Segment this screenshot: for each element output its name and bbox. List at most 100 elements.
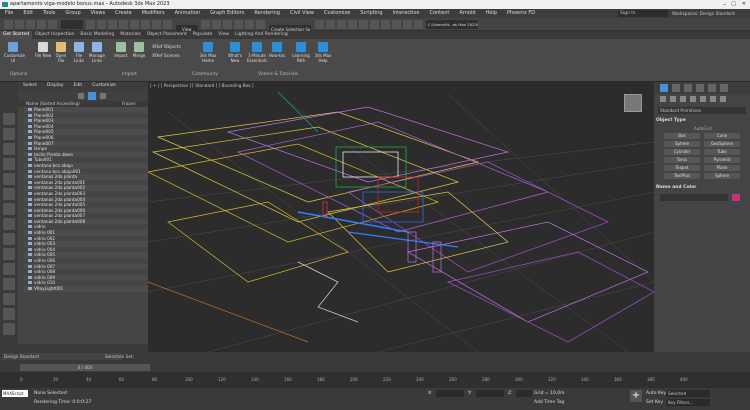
filter-frozen-icon[interactable] (3, 263, 15, 275)
xref-scenes-button[interactable]: XRef Scenes (152, 54, 180, 59)
name-color-rollout[interactable]: Name and Color (656, 185, 696, 190)
layers-icon[interactable] (100, 93, 106, 99)
sphere-button[interactable]: Sphere (664, 141, 700, 147)
geometry-icon[interactable] (660, 96, 666, 102)
render-frame-icon[interactable] (402, 20, 412, 29)
explorer-menu-edit[interactable]: Edit (68, 82, 87, 90)
set-key-plus-icon[interactable]: + (630, 390, 642, 402)
tube-button[interactable]: Tube (704, 149, 740, 155)
shapes-icon[interactable] (670, 96, 676, 102)
menu-arnold[interactable]: Arnold (454, 9, 480, 18)
maximize-icon[interactable]: □ (731, 1, 736, 7)
filter-hidden-icon[interactable] (3, 278, 15, 290)
lights-icon[interactable] (680, 96, 686, 102)
visibility-eye-icon[interactable] (28, 113, 32, 117)
visibility-eye-icon[interactable] (28, 135, 32, 139)
graphite-icon[interactable] (347, 20, 357, 29)
percent-snap-icon[interactable] (234, 20, 244, 29)
minimize-icon[interactable]: – (723, 1, 726, 8)
redo-icon[interactable] (15, 20, 24, 29)
menu-graph-editors[interactable]: Graph Editors (205, 9, 249, 18)
tab-get-started[interactable]: Get Started (0, 31, 33, 39)
geosphere-button[interactable]: GeoSphere (704, 141, 740, 147)
z-coordinate-field[interactable] (516, 390, 532, 397)
tab-materials[interactable]: Materials (117, 31, 144, 39)
utilities-tab-icon[interactable] (720, 84, 728, 92)
torus-button[interactable]: Torus (664, 157, 700, 163)
visibility-eye-icon[interactable] (28, 203, 32, 207)
cylinder-button[interactable]: Cylinder (664, 149, 700, 155)
select-by-name-icon[interactable] (97, 20, 107, 29)
visibility-eye-icon[interactable] (28, 186, 32, 190)
motion-tab-icon[interactable] (696, 84, 704, 92)
region-icon[interactable] (108, 20, 118, 29)
menu-views[interactable]: Views (86, 9, 110, 18)
render-icon[interactable] (413, 20, 423, 29)
cameras-icon[interactable] (690, 96, 696, 102)
visibility-eye-icon[interactable] (28, 214, 32, 218)
helpers-icon[interactable] (700, 96, 706, 102)
menu-civil-view[interactable]: Civil View (285, 9, 319, 18)
pyramid-button[interactable]: Pyramid (704, 157, 740, 163)
visibility-eye-icon[interactable] (28, 191, 32, 195)
textplus-button[interactable]: TextPlus (664, 173, 700, 179)
filter-helpers-icon[interactable] (3, 173, 15, 185)
link-icon[interactable] (26, 20, 35, 29)
box-button[interactable]: Box (664, 133, 700, 139)
visibility-eye-icon[interactable] (28, 169, 32, 173)
visibility-eye-icon[interactable] (28, 163, 32, 167)
tab-object-inspection[interactable]: Object Inspection (32, 31, 77, 39)
spinner-snap-icon[interactable] (245, 20, 255, 29)
import-button[interactable]: Import (112, 42, 130, 58)
visibility-eye-icon[interactable] (28, 287, 32, 290)
xref-objects-button[interactable]: XRef Objects (152, 45, 181, 50)
move-icon[interactable] (130, 20, 140, 29)
search-icon[interactable] (78, 93, 84, 99)
object-color-swatch[interactable] (732, 194, 740, 201)
filter-dropdown[interactable] (60, 20, 83, 29)
visibility-eye-icon[interactable] (28, 147, 32, 151)
filter-cameras-icon[interactable] (3, 158, 15, 170)
primitive-type-dropdown[interactable]: Standard Primitives (658, 107, 746, 114)
explorer-menu-display[interactable]: Display (42, 82, 69, 90)
filter-icon[interactable] (88, 92, 96, 100)
filter-groups-icon[interactable] (3, 203, 15, 215)
menu-interactive[interactable]: Interactive (388, 9, 425, 18)
track-bar[interactable]: 0 20 40 60 80 100 120 140 160 180 200 220 240 260 280 3… (0, 372, 750, 388)
project-path-field[interactable]: C:\Users\fd...ds Max 2023\ (426, 20, 479, 29)
visibility-eye-icon[interactable] (28, 259, 32, 263)
visibility-eye-icon[interactable] (28, 130, 32, 134)
filter-none-icon[interactable] (3, 308, 15, 320)
teapot-button[interactable]: Teapot (664, 165, 700, 171)
viewcube[interactable] (624, 94, 642, 112)
workspaces-dropdown[interactable]: Workspaces: Design Standard (672, 10, 748, 17)
autogrid-checkbox[interactable]: AutoGrid (694, 126, 712, 131)
workspace-selector[interactable]: Design Standard (2, 353, 122, 360)
visibility-eye-icon[interactable] (28, 242, 32, 246)
select-icon[interactable] (86, 20, 96, 29)
filter-spacewarps-icon[interactable] (3, 188, 15, 200)
filter-invert-icon[interactable] (3, 323, 15, 335)
scale-icon[interactable] (152, 20, 162, 29)
menu-animation[interactable]: Animation (170, 9, 206, 18)
visibility-eye-icon[interactable] (28, 236, 32, 240)
spacewarps-icon[interactable] (710, 96, 716, 102)
key-mode-dropdown[interactable]: Selected (666, 390, 710, 397)
create-tab-icon[interactable] (660, 84, 668, 92)
tab-basic-modeling[interactable]: Basic Modeling (77, 31, 117, 39)
visibility-eye-icon[interactable] (28, 219, 32, 223)
menu-group[interactable]: Group (60, 9, 85, 18)
customize-ui-button[interactable]: Customize UI (4, 42, 25, 63)
snap-icon[interactable] (212, 20, 222, 29)
tab-object-placement[interactable]: Object Placement (144, 31, 190, 39)
how-tos-button[interactable]: How-tos (268, 42, 286, 58)
visibility-eye-icon[interactable] (28, 141, 32, 145)
add-time-tag-button[interactable]: Add Time Tag (534, 400, 564, 405)
schematic-icon[interactable] (369, 20, 379, 29)
menu-content[interactable]: Content (424, 9, 454, 18)
align-icon[interactable] (325, 20, 335, 29)
visibility-eye-icon[interactable] (28, 180, 32, 184)
key-filters-button[interactable]: Key Filters... (666, 399, 710, 406)
hierarchy-tab-icon[interactable] (684, 84, 692, 92)
auto-key-button[interactable]: Auto Key (646, 391, 666, 396)
